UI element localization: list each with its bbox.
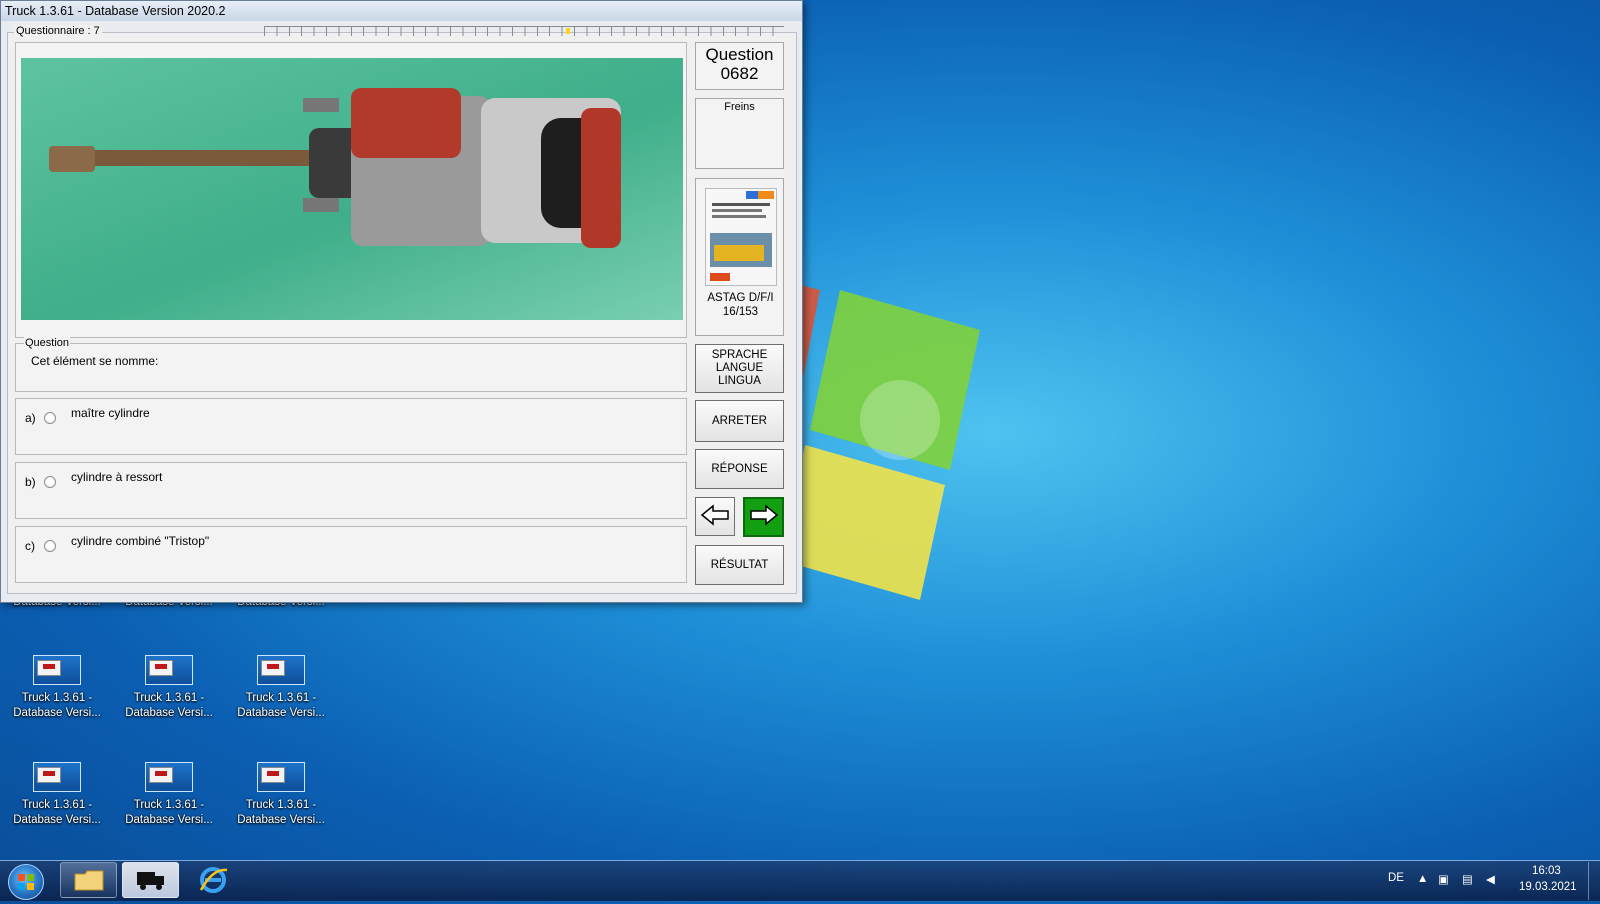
desktop-icon-label-line2: Database Versi...	[13, 814, 101, 826]
category-box: Freins	[695, 98, 784, 169]
answer-letter-c: c)	[25, 539, 35, 553]
truck-app-icon	[33, 655, 81, 685]
truck-app-icon	[257, 655, 305, 685]
language-button-line1: SPRACHE	[711, 349, 768, 361]
question-photo	[21, 58, 683, 320]
truck-app-icon	[145, 762, 193, 792]
truck-app-icon	[145, 655, 193, 685]
start-button[interactable]	[8, 864, 44, 900]
language-button-line2: LANGUE	[715, 362, 764, 374]
desktop-icon-label-line2: Database Versi...	[237, 814, 325, 826]
answer-text-b: cylindre à ressort	[71, 470, 163, 484]
desktop-icon-label-line2: Database Versi...	[125, 814, 213, 826]
arrow-right-icon	[749, 504, 779, 530]
desktop-icon-truck[interactable]: Truck 1.3.61 - Database Versi...	[226, 655, 336, 721]
taskbar-explorer-button[interactable]	[60, 862, 117, 898]
volume-icon[interactable]: ◀	[1486, 872, 1495, 886]
category-label: Freins	[724, 101, 755, 113]
questionnaire-progress-bar	[264, 26, 784, 36]
question-number-box: Question 0682	[695, 42, 784, 90]
answer-text-c: cylindre combiné "Tristop"	[71, 534, 210, 548]
previous-button[interactable]	[695, 497, 735, 536]
desktop-icon-truck[interactable]: Truck 1.3.61 - Database Versi...	[2, 655, 112, 721]
answer-radio-b[interactable]	[44, 476, 56, 488]
answer-text-a: maître cylindre	[71, 406, 150, 420]
result-button[interactable]: RÉSULTAT	[695, 545, 784, 585]
question-text: Cet élément se nomme:	[31, 354, 159, 368]
desktop-icon-truck[interactable]: Truck 1.3.61 - Database Versi...	[226, 762, 336, 828]
question-number: 0682	[720, 64, 759, 83]
desktop-icon-label-line1: Truck 1.3.61 -	[21, 799, 93, 811]
desktop-icon-truck[interactable]: Truck 1.3.61 - Database Versi...	[114, 762, 224, 828]
truck-app-icon	[257, 762, 305, 792]
taskbar-internet-explorer-button[interactable]	[184, 862, 241, 898]
clock-date[interactable]: 19.03.2021	[1519, 881, 1577, 893]
truck-app-icon	[33, 762, 81, 792]
reference-book-box: ASTAG D/F/I 16/153	[695, 178, 784, 336]
desktop-icon-label-line1: Truck 1.3.61 -	[245, 692, 317, 704]
show-hidden-icons-chevron-icon[interactable]: ▲	[1417, 873, 1428, 885]
folder-icon	[74, 870, 103, 891]
show-desktop-button[interactable]	[1588, 862, 1600, 900]
window-title[interactable]: Truck 1.3.61 - Database Version 2020.2	[1, 1, 802, 21]
device-icon[interactable]: ▣	[1438, 872, 1449, 886]
desktop-icon-truck[interactable]: Truck 1.3.61 - Database Versi...	[2, 762, 112, 828]
desktop-icon-label-line1: Truck 1.3.61 -	[21, 692, 93, 704]
question-legend: Question	[24, 337, 71, 349]
brake-cylinder-image	[49, 88, 621, 248]
network-icon[interactable]: ▤	[1462, 872, 1473, 886]
next-button[interactable]	[743, 497, 784, 537]
clock-time[interactable]: 16:03	[1532, 865, 1561, 877]
desktop-icon-label-line1: Truck 1.3.61 -	[245, 799, 317, 811]
question-number-title: Question	[705, 45, 774, 64]
arrow-left-icon	[700, 503, 730, 530]
progress-marker	[566, 28, 570, 34]
answer-button[interactable]: RÉPONSE	[695, 449, 784, 489]
language-button-line3: LINGUA	[718, 375, 761, 387]
answer-letter-a: a)	[25, 411, 36, 425]
desktop-icon-label-line2: Database Versi...	[13, 707, 101, 719]
desktop-icon-label-line2: Database Versi...	[125, 707, 213, 719]
desktop-icon-label-line1: Truck 1.3.61 -	[133, 799, 205, 811]
answer-letter-b: b)	[25, 475, 36, 489]
stop-button[interactable]: ARRETER	[695, 400, 784, 442]
desktop-icon-truck[interactable]: Truck 1.3.61 - Database Versi...	[114, 655, 224, 721]
questionnaire-label: Questionnaire : 7	[14, 25, 102, 37]
input-language-indicator[interactable]: DE	[1388, 872, 1404, 884]
language-button[interactable]: SPRACHE LANGUE LINGUA	[695, 344, 784, 393]
book-reference-label: ASTAG D/F/I 16/153	[696, 291, 785, 319]
truck-icon	[136, 872, 164, 890]
book-reference-line1: ASTAG D/F/I	[707, 292, 774, 304]
answer-radio-a[interactable]	[44, 412, 56, 424]
internet-explorer-icon	[199, 867, 227, 893]
windows-logo-wallpaper	[780, 280, 980, 600]
windows-start-icon	[18, 874, 34, 890]
desktop-icon-label-line1: Truck 1.3.61 -	[133, 692, 205, 704]
book-reference-line2: 16/153	[722, 306, 759, 318]
answer-radio-c[interactable]	[44, 540, 56, 552]
taskbar-truck-button[interactable]	[122, 862, 179, 898]
book-cover-image	[705, 188, 777, 286]
desktop-icon-label-line2: Database Versi...	[237, 707, 325, 719]
